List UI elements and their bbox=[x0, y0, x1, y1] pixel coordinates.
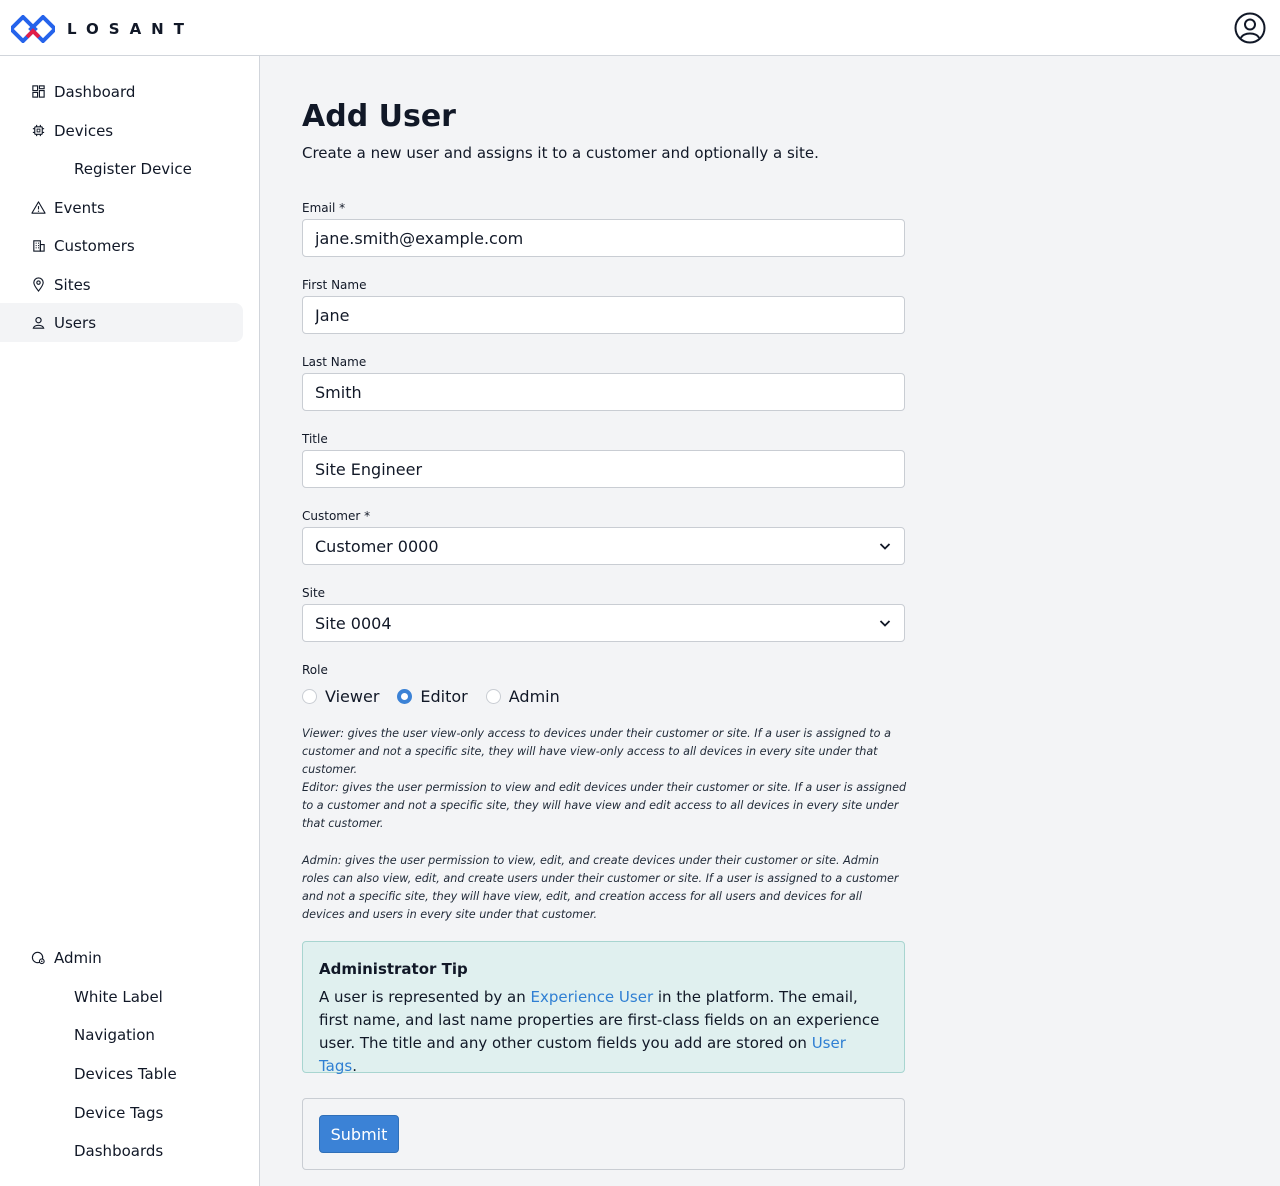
role-description-editor: Editor: gives the user permission to vie… bbox=[302, 781, 907, 830]
first-name-field[interactable] bbox=[302, 296, 905, 334]
sidebar-item-label: Dashboards bbox=[74, 1141, 164, 1160]
sidebar-item-admin[interactable]: Admin bbox=[0, 938, 243, 977]
map-pin-icon bbox=[30, 277, 46, 293]
page-title: Add User bbox=[302, 99, 456, 134]
sidebar-item-label: Customers bbox=[54, 236, 135, 255]
submit-button[interactable]: Submit bbox=[319, 1115, 399, 1153]
radio-label: Viewer bbox=[325, 686, 380, 706]
sidebar-item-devices-table[interactable]: Devices Table bbox=[0, 1054, 243, 1093]
sidebar-item-label: Dashboard bbox=[54, 82, 136, 101]
user-icon bbox=[30, 315, 46, 331]
administrator-tip: Administrator Tip A user is represented … bbox=[302, 941, 905, 1075]
chevron-down-icon bbox=[879, 620, 891, 627]
submit-panel: Submit bbox=[302, 1098, 905, 1170]
site-label: Site bbox=[302, 586, 326, 600]
customer-select[interactable]: Customer 0000 bbox=[302, 527, 905, 565]
top-bar: LOSANT bbox=[0, 0, 1280, 56]
losant-logo-icon bbox=[11, 15, 55, 43]
sidebar-item-sites[interactable]: Sites bbox=[0, 265, 243, 304]
sidebar-item-navigation[interactable]: Navigation bbox=[0, 1015, 243, 1054]
customer-select-value: Customer 0000 bbox=[315, 536, 439, 556]
title-field[interactable] bbox=[302, 450, 905, 488]
sidebar: Dashboard Devices Register Device Events… bbox=[0, 56, 260, 1186]
tip-text: A user is represented by an bbox=[319, 988, 531, 1006]
role-description-admin: Admin: gives the user permission to view… bbox=[302, 854, 899, 921]
sidebar-item-users[interactable]: Users bbox=[0, 303, 243, 342]
sidebar-item-dashboard[interactable]: Dashboard bbox=[0, 72, 243, 111]
sidebar-item-label: Users bbox=[54, 313, 97, 332]
sidebar-item-devices[interactable]: Devices bbox=[0, 111, 243, 150]
user-circle-icon[interactable] bbox=[1234, 12, 1266, 44]
sidebar-item-white-label[interactable]: White Label bbox=[0, 977, 243, 1016]
tip-body: A user is represented by an Experience U… bbox=[319, 986, 888, 1078]
role-description-viewer: Viewer: gives the user view-only access … bbox=[302, 727, 891, 776]
radio-label: Editor bbox=[420, 686, 468, 706]
radio-button-selected[interactable] bbox=[397, 688, 413, 704]
tip-title: Administrator Tip bbox=[319, 960, 468, 978]
grid-icon bbox=[30, 84, 46, 100]
sidebar-item-label: Device Tags bbox=[74, 1103, 164, 1122]
customer-label: Customer * bbox=[302, 509, 371, 523]
chip-icon bbox=[30, 123, 46, 139]
sidebar-item-events[interactable]: Events bbox=[0, 188, 243, 227]
site-select[interactable]: Site 0004 bbox=[302, 604, 905, 642]
sidebar-item-label: Register Device bbox=[74, 159, 192, 178]
role-radio-group: Viewer Editor Admin bbox=[302, 685, 578, 707]
role-radio-admin[interactable]: Admin bbox=[485, 686, 560, 706]
radio-button[interactable] bbox=[485, 688, 501, 704]
email-field[interactable] bbox=[302, 219, 905, 257]
role-radio-editor[interactable]: Editor bbox=[397, 686, 468, 706]
last-name-field[interactable] bbox=[302, 373, 905, 411]
site-select-value: Site 0004 bbox=[315, 613, 392, 633]
sidebar-item-label: Devices bbox=[54, 121, 114, 140]
sidebar-item-label: Sites bbox=[54, 275, 91, 294]
warning-icon bbox=[30, 200, 46, 216]
sidebar-item-device-tags[interactable]: Device Tags bbox=[0, 1093, 243, 1132]
radio-button[interactable] bbox=[302, 688, 317, 704]
title-label: Title bbox=[302, 432, 328, 446]
radio-label: Admin bbox=[508, 686, 560, 706]
email-label: Email * bbox=[302, 201, 346, 215]
sidebar-item-register-device[interactable]: Register Device bbox=[0, 149, 243, 188]
admin-gear-icon bbox=[30, 950, 46, 966]
sidebar-item-label: Events bbox=[54, 198, 105, 217]
sidebar-item-label: Devices Table bbox=[74, 1064, 177, 1083]
page-subtitle: Create a new user and assigns it to a cu… bbox=[302, 144, 819, 162]
last-name-label: Last Name bbox=[302, 355, 367, 369]
role-label: Role bbox=[302, 663, 328, 677]
experience-user-link[interactable]: Experience User bbox=[531, 988, 654, 1006]
sidebar-item-label: White Label bbox=[74, 987, 163, 1006]
logo-text: LOSANT bbox=[67, 20, 194, 38]
main-content: Add User Create a new user and assigns i… bbox=[261, 56, 1280, 1186]
chevron-down-icon bbox=[879, 543, 891, 550]
sidebar-item-customers[interactable]: Customers bbox=[0, 226, 243, 265]
building-icon bbox=[30, 238, 46, 254]
tip-text: . bbox=[352, 1057, 357, 1075]
sidebar-item-label: Navigation bbox=[74, 1025, 155, 1044]
first-name-label: First Name bbox=[302, 278, 367, 292]
role-radio-viewer[interactable]: Viewer bbox=[302, 687, 379, 706]
sidebar-item-label: Admin bbox=[54, 948, 102, 967]
sidebar-item-dashboards[interactable]: Dashboards bbox=[0, 1131, 243, 1170]
logo[interactable]: LOSANT bbox=[11, 15, 194, 43]
